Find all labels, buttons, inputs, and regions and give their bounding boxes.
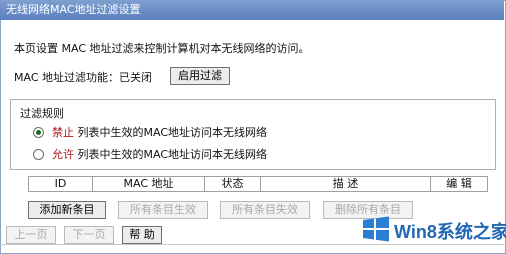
watermark-text: Win8系统之家 xyxy=(394,222,506,242)
prev-page-button[interactable]: 上一页 xyxy=(6,226,56,244)
radio-deny[interactable] xyxy=(33,127,44,138)
disable-all-entries-button[interactable]: 所有条目失效 xyxy=(220,201,310,219)
radio-allow[interactable] xyxy=(33,149,44,160)
page-title: 无线网络MAC地址过滤设置 xyxy=(0,0,504,20)
rule-allow-text: 列表中生效的MAC地址访问本无线网络 xyxy=(77,148,268,161)
windows-logo-icon xyxy=(363,216,389,242)
filter-status-text: MAC 地址过滤功能：已关闭 xyxy=(14,71,152,84)
add-new-entry-button[interactable]: 添加新条目 xyxy=(28,201,106,219)
enable-filter-button[interactable]: 启用过滤 xyxy=(170,67,230,85)
rule-deny-text: 列表中生效的MAC地址访问本无线网络 xyxy=(77,126,268,139)
column-header-description: 描 述 xyxy=(261,177,431,191)
rule-deny-keyword: 禁止 xyxy=(52,126,74,139)
column-header-status: 状态 xyxy=(205,177,261,191)
column-header-id: ID xyxy=(29,177,93,191)
help-button[interactable]: 帮 助 xyxy=(122,226,162,244)
filter-rules-title: 过滤规则 xyxy=(20,107,64,120)
next-page-button[interactable]: 下一页 xyxy=(64,226,114,244)
watermark-logo: Win8系统之家 xyxy=(362,210,506,246)
page-description: 本页设置 MAC 地址过滤来控制计算机对本无线网络的访问。 xyxy=(14,42,310,55)
mac-filter-table: ID MAC 地址 状态 描 述 编 辑 xyxy=(28,176,488,192)
column-header-edit: 编 辑 xyxy=(446,177,472,190)
enable-all-entries-button[interactable]: 所有条目生效 xyxy=(118,201,208,219)
rule-allow-keyword: 允许 xyxy=(52,148,74,161)
column-header-mac: MAC 地址 xyxy=(93,177,205,191)
